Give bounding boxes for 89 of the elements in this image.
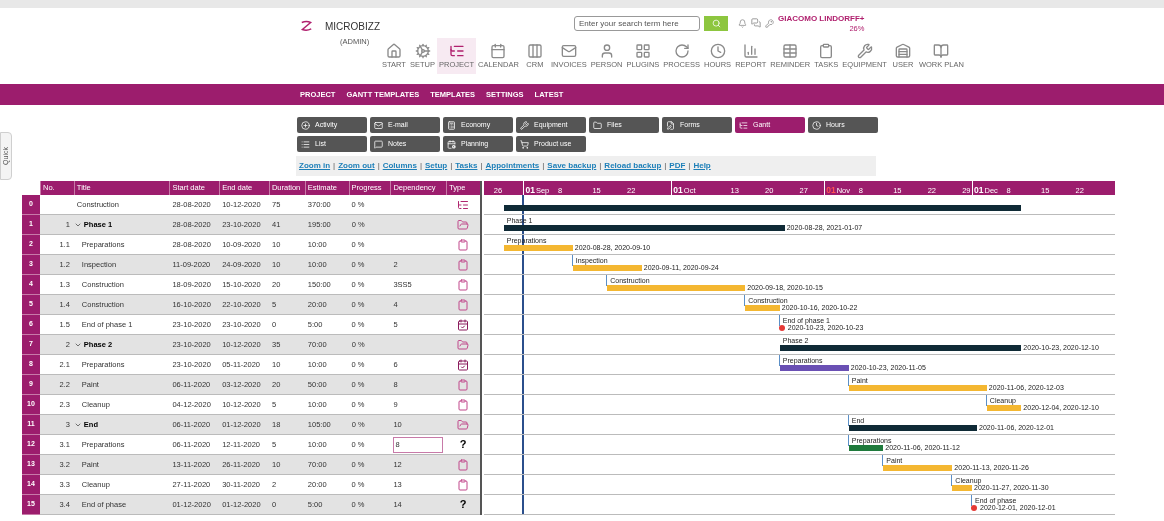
table-icon [782, 43, 799, 60]
search-field[interactable]: Enter your search term here [574, 15, 700, 31]
dependency-line [882, 455, 884, 466]
folder-icon [457, 338, 470, 351]
list-icon [301, 139, 310, 149]
type-mark: ? [459, 497, 467, 513]
summary-bar[interactable] [779, 345, 1022, 351]
clipboard-icon [457, 258, 470, 271]
month-day-label: 01 [974, 185, 984, 194]
dependency-line [985, 395, 987, 406]
columns-icon [526, 43, 543, 60]
folder-icon [457, 418, 470, 431]
dependency-line [971, 495, 973, 506]
summary-bar[interactable] [503, 205, 1022, 211]
summary-bar[interactable] [503, 225, 785, 231]
key-icon[interactable] [765, 18, 774, 28]
toolbar-link[interactable]: Reload backup [604, 160, 662, 172]
link-separator: | [377, 160, 380, 172]
toolbar-link[interactable]: Save backup [547, 160, 597, 172]
dependency-line [847, 435, 849, 446]
form-icon [666, 120, 675, 130]
grid-icon [634, 43, 651, 60]
clipboard-icon [457, 238, 470, 251]
dependency-line [778, 355, 780, 366]
clipboard-icon [457, 278, 470, 291]
search-icon [711, 18, 721, 28]
clipboard-icon [457, 398, 470, 411]
dependency-line [951, 475, 953, 486]
calendar-icon [457, 318, 470, 331]
building-icon [894, 43, 911, 60]
dependency-line [847, 375, 849, 386]
toolbar-link[interactable]: Columns [382, 160, 417, 172]
dependency-line [778, 315, 780, 326]
calculator-icon [447, 120, 456, 130]
month-day-label: 01 [826, 185, 836, 194]
link-separator: | [664, 160, 667, 172]
summary-bar[interactable] [848, 425, 977, 431]
bell-icon[interactable] [738, 18, 747, 28]
link-separator: | [480, 160, 483, 172]
toolbar-link[interactable]: Help [693, 160, 711, 172]
logo-text: MICROBIZZ [325, 19, 380, 34]
task-bar[interactable] [848, 445, 884, 451]
clipboard-icon [457, 298, 470, 311]
gantt-icon [739, 120, 748, 130]
clock-icon [812, 120, 821, 130]
book-icon [933, 43, 950, 60]
link-separator: | [599, 160, 602, 172]
toolbar-link[interactable]: Tasks [455, 160, 478, 172]
toolbar-link[interactable]: PDF [669, 160, 686, 172]
folder-icon [593, 120, 602, 130]
search-button[interactable] [704, 15, 728, 31]
cart-icon [520, 139, 529, 149]
rotate-icon [673, 43, 690, 60]
link-separator: | [333, 160, 336, 172]
envelope-icon [560, 43, 577, 60]
house-icon [386, 43, 402, 60]
toolbar-link[interactable]: Zoom in [299, 160, 331, 172]
dependency-line [606, 275, 608, 286]
folder-icon [457, 218, 470, 231]
clipboard-icon [818, 43, 835, 60]
bar-chart-icon [742, 43, 759, 60]
planning-icon [447, 139, 456, 149]
toolbar-link[interactable]: Setup [425, 160, 448, 172]
clipboard-icon [457, 378, 470, 391]
toolbar-link[interactable]: Zoom out [338, 160, 375, 172]
toolbar-link[interactable]: Appointments [485, 160, 540, 172]
link-separator: | [688, 160, 691, 172]
clipboard-icon [457, 458, 470, 471]
tools-icon [520, 120, 529, 130]
link-separator: | [419, 160, 422, 172]
speech-bubble-icon [374, 139, 383, 149]
month-day-label: 01 [525, 185, 535, 194]
link-separator: | [450, 160, 453, 172]
dependency-line [571, 255, 573, 266]
dependency-line [847, 415, 849, 426]
link-separator: | [542, 160, 545, 172]
clock-icon [709, 43, 726, 60]
type-mark: ? [459, 437, 467, 453]
plus-circle-icon [301, 120, 310, 130]
calendar-icon [457, 358, 470, 371]
user-menu[interactable]: GIACOMO LINDORFF+ [778, 13, 865, 26]
month-day-label: 01 [673, 185, 683, 194]
envelope-icon [374, 120, 383, 130]
gantt-icon [457, 198, 470, 211]
calendar-icon [490, 43, 507, 60]
dependency-line [744, 295, 746, 306]
clipboard-icon [457, 478, 470, 491]
chat-icon[interactable] [751, 18, 761, 28]
tools-icon [856, 43, 873, 60]
